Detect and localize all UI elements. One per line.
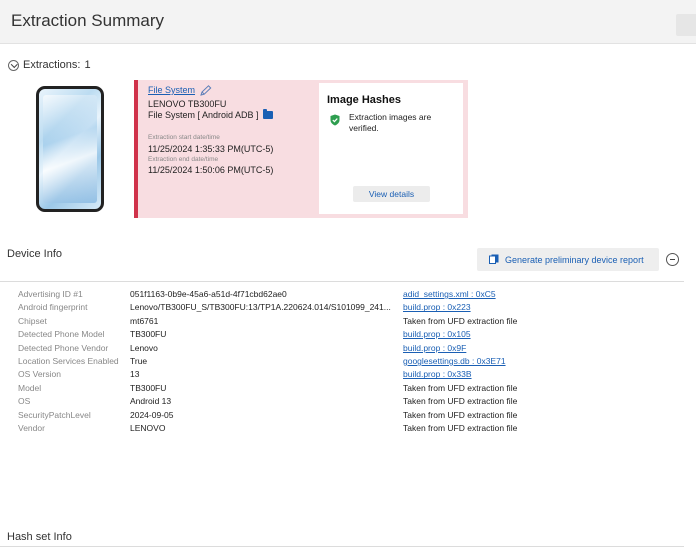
table-row: Location Services Enabled True googlesetti… [0, 356, 696, 369]
hash-set-divider [0, 546, 684, 547]
row-label: Detected Phone Model [18, 329, 105, 340]
image-hashes-title: Image Hashes [327, 94, 401, 106]
source-text: Taken from UFD extraction file [403, 396, 518, 407]
device-image [36, 86, 104, 212]
row-value: TB300FU [130, 329, 167, 340]
row-label: Advertising ID #1 [18, 289, 83, 299]
source-link[interactable]: build.prop : 0x105 [403, 329, 471, 339]
device-info-title: Device Info [7, 248, 63, 260]
generate-report-label: Generate preliminary device report [505, 254, 644, 265]
hash-set-info-title: Hash set Info [7, 531, 72, 543]
source-link[interactable]: adid_settings.xml : 0xC5 [403, 289, 496, 299]
source-text: Taken from UFD extraction file [403, 315, 518, 326]
table-row: Model TB300FU Taken from UFD extraction fi… [0, 383, 696, 396]
shield-check-icon [330, 113, 340, 131]
table-row: Chipset mt6761 Taken from UFD extraction f… [0, 316, 696, 329]
verification-status: Extraction images are verified. [349, 112, 432, 133]
row-label: OS Version [18, 369, 61, 380]
page-title: Extraction Summary [11, 11, 165, 30]
row-value: LENOVO [130, 423, 166, 433]
row-value: 13 [130, 369, 140, 380]
table-row: Detected Phone Vendor Lenovo build.prop : … [0, 343, 696, 356]
row-value: True [130, 356, 148, 366]
row-value: Android 13 [130, 396, 172, 407]
row-label: Model [18, 382, 42, 393]
device-info-divider [0, 281, 684, 282]
table-row: SecurityPatchLevel 2024-09-05 Taken from U… [0, 410, 696, 423]
source-link[interactable]: googlesettings.db : 0x3E71 [403, 356, 506, 366]
chevron-down-icon [8, 59, 19, 71]
filesystem-type: File System [ Android ADB ] [148, 110, 259, 120]
image-hashes-panel: Image Hashes Extraction images are verif… [319, 83, 463, 214]
row-label: Vendor [18, 423, 45, 433]
source-link[interactable]: build.prop : 0x9F [403, 343, 466, 353]
end-date-label: Extraction end date/time [148, 156, 219, 163]
folder-icon[interactable] [262, 109, 273, 119]
row-value: 051f1163-0b9e-45a6-a51d-4f71cbd62ae0 [130, 289, 287, 299]
device-model: LENOVO TB300FU [148, 99, 227, 109]
view-details-button[interactable]: View details [353, 186, 430, 202]
extractions-count: 1 [84, 59, 91, 71]
row-label: Android fingerprint [18, 302, 88, 313]
source-text: Taken from UFD extraction file [403, 423, 518, 433]
row-label: Detected Phone Vendor [18, 342, 109, 353]
report-icon [489, 254, 499, 266]
start-date-label: Extraction start date/time [148, 134, 220, 141]
title-bar: Extraction Summary [0, 0, 696, 44]
row-value: 2024-09-05 [130, 409, 174, 420]
table-row: OS Version 13 build.prop : 0x33B [0, 369, 696, 382]
row-value: Lenovo/TB300FU_S/TB300FU:13/TP1A.220624.… [130, 302, 391, 313]
row-label: SecurityPatchLevel [18, 409, 91, 420]
file-system-link[interactable]: File System [148, 85, 195, 95]
row-value: TB300FU [130, 382, 167, 393]
source-text: Taken from UFD extraction file [403, 382, 518, 393]
row-label: Chipset [18, 315, 47, 326]
generate-report-button[interactable]: Generate preliminary device report [477, 248, 659, 271]
source-link[interactable]: build.prop : 0x223 [403, 302, 471, 312]
table-row: Advertising ID #1 051f1163-0b9e-45a6-a51d… [0, 289, 696, 302]
table-row: OS Android 13 Taken from UFD extraction fi… [0, 396, 696, 409]
table-row: Detected Phone Model TB300FU build.prop : … [0, 329, 696, 342]
table-row: Android fingerprint Lenovo/TB300FU_S/TB30… [0, 302, 696, 315]
extractions-toggle[interactable]: Extractions: 1 [8, 59, 91, 71]
row-value: mt6761 [130, 315, 159, 326]
source-text: Taken from UFD extraction file [403, 409, 518, 420]
collapse-section-button[interactable] [666, 253, 679, 266]
row-value: Lenovo [130, 342, 158, 353]
window-corner-button[interactable] [676, 14, 696, 36]
end-date-value: 11/25/2024 1:50:06 PM(UTC-5) [148, 165, 274, 175]
row-label: OS [18, 396, 31, 407]
extractions-label: Extractions: [23, 59, 81, 71]
source-link[interactable]: build.prop : 0x33B [403, 369, 472, 379]
start-date-value: 11/25/2024 1:35:33 PM(UTC-5) [148, 144, 274, 154]
filesystem-type-row: File System [ Android ADB ] [148, 109, 273, 120]
row-label: Location Services Enabled [18, 356, 119, 366]
table-row: Vendor LENOVO Taken from UFD extraction fi… [0, 423, 696, 436]
